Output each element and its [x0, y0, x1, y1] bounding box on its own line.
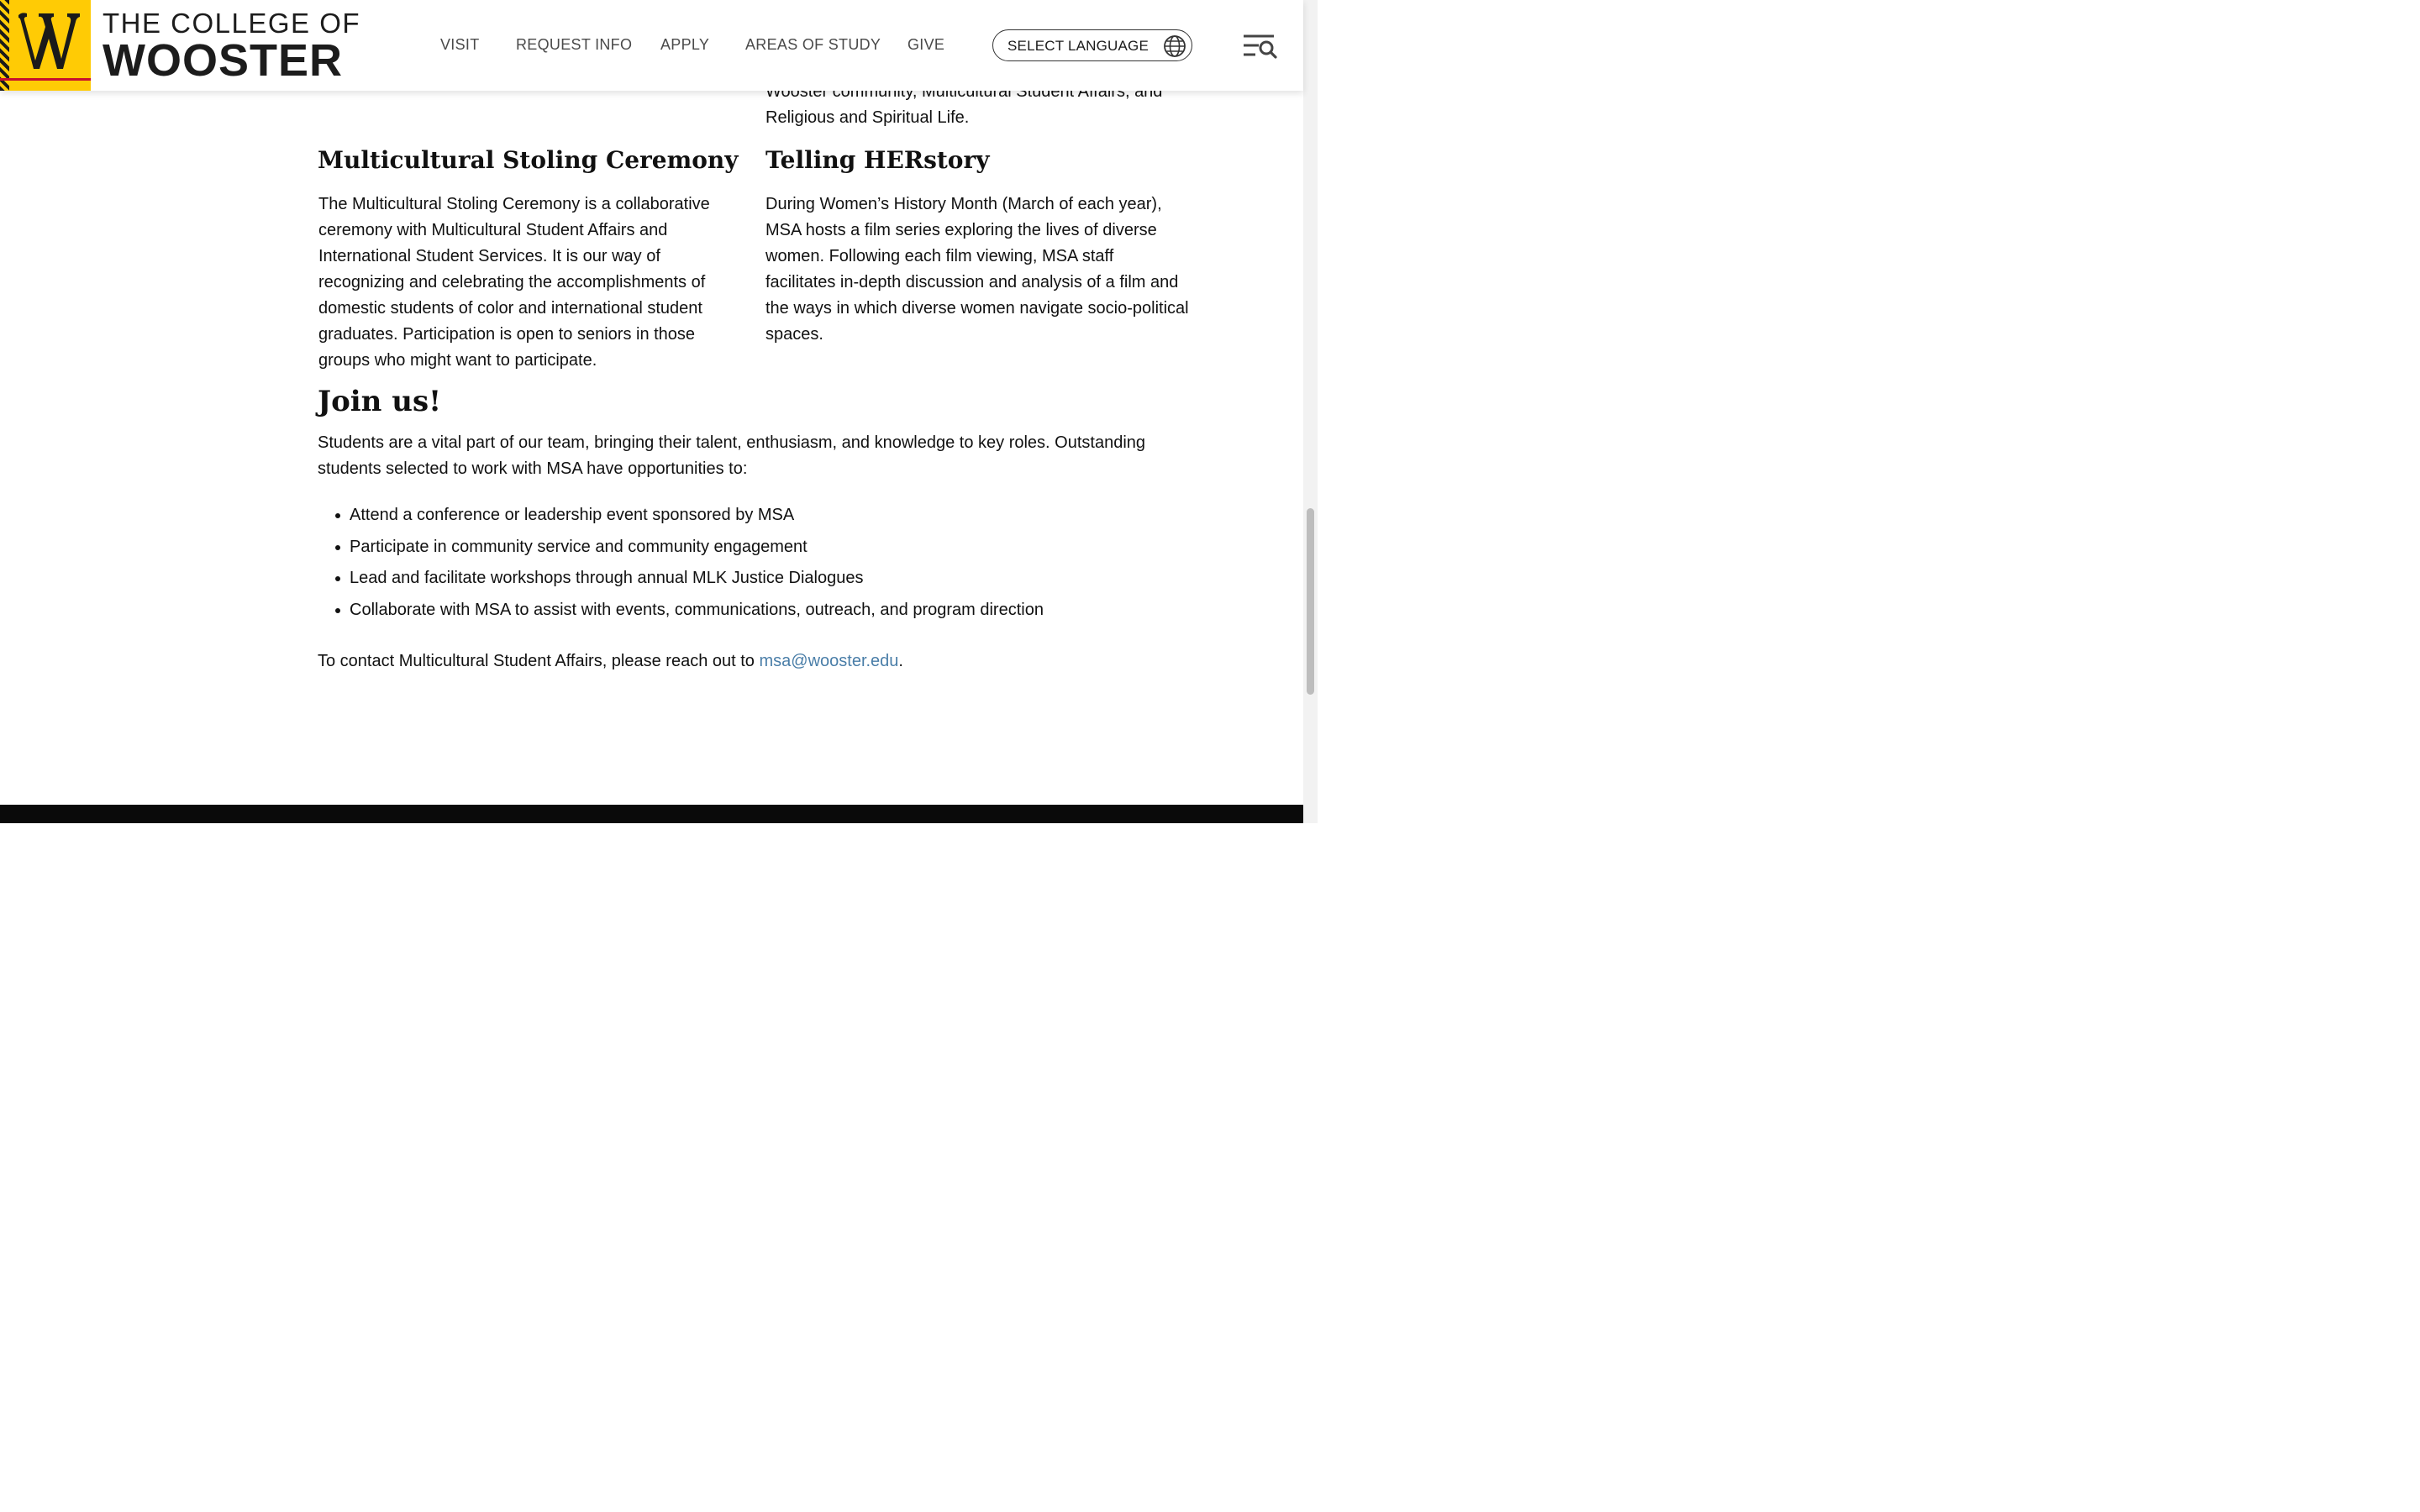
scrollbar-track[interactable] [1303, 0, 1318, 823]
list-item: Participate in community service and com… [318, 532, 1044, 564]
join-us-intro: Students are a vital part of our team, b… [318, 430, 1145, 482]
contact-line: To contact Multicultural Student Affairs… [318, 648, 903, 675]
herstory-heading: Telling HERstory [765, 146, 990, 174]
wordmark-line1: THE COLLEGE OF [103, 8, 361, 39]
nav-give[interactable]: GIVE [908, 36, 944, 54]
text-line: domestic students of color and internati… [318, 299, 702, 318]
text-line: recognizing and celebrating the accompli… [318, 273, 706, 291]
text-line: ceremony with Multicultural Student Affa… [318, 221, 668, 239]
logo-badge[interactable] [0, 0, 91, 91]
logo-red-line [0, 78, 91, 81]
menu-search-icon[interactable] [1242, 32, 1277, 60]
main-content: Wooster community, Multicultural Student… [0, 0, 1303, 823]
stoling-ceremony-text: The Multicultural Stoling Ceremony is a … [318, 192, 710, 374]
wordmark-line2: WOOSTER [103, 35, 343, 86]
msa-email-link[interactable]: msa@wooster.edu [759, 652, 898, 670]
language-select-label: SELECT LANGUAGE [1007, 38, 1150, 54]
text-line: groups who might want to participate. [318, 351, 597, 370]
text-line: Students are a vital part of our team, b… [318, 433, 1146, 452]
nav-apply[interactable]: APPLY [660, 36, 709, 54]
college-wordmark[interactable]: THE COLLEGE OF WOOSTER [103, 8, 361, 86]
text-line: the ways in which diverse women navigate… [765, 299, 1189, 318]
text-line: facilitates in-depth discussion and anal… [765, 273, 1179, 291]
text-line: International Student Services. It is ou… [318, 247, 660, 265]
list-item: Collaborate with MSA to assist with even… [318, 595, 1044, 627]
text-line: During Women’s History Month (March of e… [765, 195, 1162, 213]
text-line: women. Following each film viewing, MSA … [765, 247, 1114, 265]
logo-stripes [0, 0, 9, 91]
footer-bar [0, 805, 1303, 823]
list-item: Lead and facilitate workshops through an… [318, 563, 1044, 595]
text-line: spaces. [765, 325, 823, 344]
nav-areas-of-study[interactable]: AREAS OF STUDY [745, 36, 881, 54]
nav-request-info[interactable]: REQUEST INFO [516, 36, 632, 54]
nav-visit[interactable]: VISIT [440, 36, 480, 54]
text-line: graduates. Participation is open to seni… [318, 325, 696, 344]
herstory-text: During Women’s History Month (March of e… [765, 192, 1189, 348]
contact-prefix: To contact Multicultural Student Affairs… [318, 652, 760, 670]
list-item: Attend a conference or leadership event … [318, 500, 1044, 532]
opportunities-list: Attend a conference or leadership event … [318, 500, 1044, 626]
text-line: The Multicultural Stoling Ceremony is a … [318, 195, 710, 213]
join-us-heading: Join us! [318, 385, 442, 418]
scrollbar-thumb[interactable] [1307, 508, 1314, 695]
wooster-w-logo-icon [18, 13, 80, 69]
text-line: students selected to work with MSA have … [318, 459, 748, 478]
language-select[interactable]: SELECT LANGUAGE [992, 29, 1192, 61]
contact-suffix: . [898, 652, 903, 670]
top-fragment-line2: Religious and Spiritual Life. [765, 108, 970, 127]
text-line: MSA hosts a film series exploring the li… [765, 221, 1157, 239]
stoling-ceremony-heading: Multicultural Stoling Ceremony [318, 146, 739, 174]
globe-icon [1164, 35, 1186, 57]
site-header: THE COLLEGE OF WOOSTER VISIT REQUEST INF… [0, 0, 1303, 91]
